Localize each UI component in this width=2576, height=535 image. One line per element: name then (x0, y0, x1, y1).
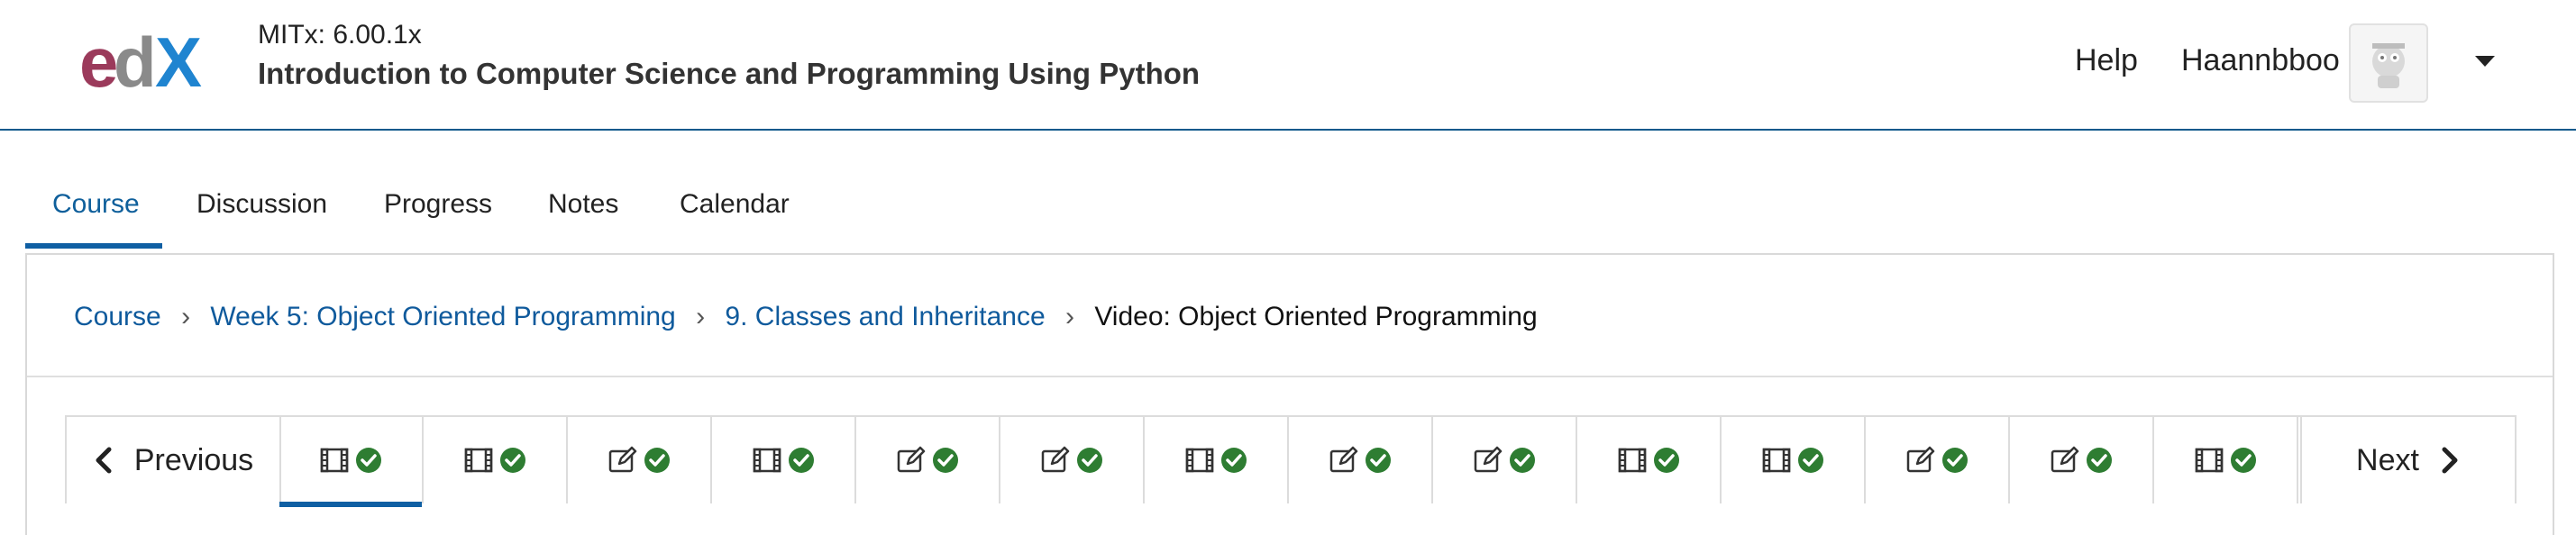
sequence-item[interactable] (1577, 417, 1722, 503)
check-icon (644, 447, 671, 474)
svg-text:d: d (114, 27, 157, 97)
sequence-item[interactable] (2010, 417, 2154, 503)
edit-icon (896, 445, 927, 476)
video-icon (319, 445, 350, 476)
previous-button[interactable]: Previous (67, 417, 281, 503)
video-icon (752, 445, 782, 476)
divider (27, 376, 2553, 377)
check-icon (499, 447, 526, 474)
course-org: MITx: 6.00.1x (258, 20, 422, 50)
video-icon (1761, 445, 1792, 476)
sequence-item[interactable] (1145, 417, 1289, 503)
edit-icon (1473, 445, 1503, 476)
video-icon (1617, 445, 1648, 476)
edit-icon (1905, 445, 1936, 476)
check-icon (932, 447, 959, 474)
tab-calendar[interactable]: Calendar (680, 189, 790, 220)
chevron-right-icon: › (181, 302, 191, 331)
check-icon (2086, 447, 2113, 474)
sequence-item[interactable] (712, 417, 856, 503)
sequence-item[interactable] (1433, 417, 1577, 503)
video-icon (463, 445, 494, 476)
check-icon (1941, 447, 1969, 474)
chevron-right-icon: › (1064, 302, 1074, 331)
breadcrumb: Course › Week 5: Object Oriented Program… (74, 302, 1538, 332)
avatar[interactable] (2349, 23, 2428, 103)
active-item-indicator (279, 502, 422, 507)
edit-icon (607, 445, 638, 476)
sequence-item[interactable] (1722, 417, 1866, 503)
breadcrumb-subsection[interactable]: 9. Classes and Inheritance (725, 302, 1045, 331)
sequence-item[interactable] (279, 417, 424, 507)
check-icon (1365, 447, 1392, 474)
tab-course[interactable]: Course (52, 189, 140, 220)
sequence-item[interactable] (568, 417, 712, 503)
check-icon (1509, 447, 1536, 474)
tab-progress[interactable]: Progress (384, 189, 492, 220)
sequence-item[interactable] (2154, 417, 2298, 503)
next-label: Next (2356, 442, 2419, 477)
sequence-nav: Previous Next (65, 415, 2517, 507)
previous-label: Previous (133, 442, 254, 477)
course-content: Course › Week 5: Object Oriented Program… (25, 253, 2554, 535)
chevron-right-icon (2442, 447, 2458, 474)
breadcrumb-current: Video: Object Oriented Programming (1094, 302, 1538, 331)
breadcrumb-week[interactable]: Week 5: Object Oriented Programming (210, 302, 675, 331)
user-menu-caret-icon[interactable] (2475, 56, 2495, 67)
tab-notes[interactable]: Notes (548, 189, 618, 220)
check-icon (355, 447, 382, 474)
sequence-item[interactable] (1000, 417, 1145, 503)
sequence-item[interactable] (1289, 417, 1433, 503)
next-button[interactable]: Next (2300, 417, 2515, 503)
edx-logo[interactable]: e d X (79, 23, 224, 102)
svg-text:e: e (79, 27, 118, 97)
video-icon (1184, 445, 1215, 476)
breadcrumb-course[interactable]: Course (74, 302, 161, 331)
chevron-left-icon (96, 447, 112, 474)
video-icon (2194, 445, 2224, 476)
edit-icon (1329, 445, 1359, 476)
chevron-right-icon: › (696, 302, 706, 331)
site-header: e d X MITx: 6.00.1x Introduction to Comp… (0, 0, 2576, 131)
sequence-item[interactable] (856, 417, 1000, 503)
check-icon (2230, 447, 2257, 474)
check-icon (788, 447, 815, 474)
course-title: Introduction to Computer Science and Pro… (258, 57, 1201, 90)
check-icon (1653, 447, 1680, 474)
edit-icon (1040, 445, 1071, 476)
tab-discussion[interactable]: Discussion (196, 189, 327, 220)
edit-icon (2050, 445, 2080, 476)
check-icon (1797, 447, 1824, 474)
check-icon (1220, 447, 1247, 474)
active-tab-indicator (25, 243, 162, 249)
check-icon (1076, 447, 1103, 474)
sequence-item[interactable] (424, 417, 568, 503)
sequence-item[interactable] (1866, 417, 2010, 503)
svg-text:X: X (155, 27, 202, 97)
help-link[interactable]: Help (2075, 43, 2138, 78)
username[interactable]: Haannbboo (2181, 43, 2340, 78)
